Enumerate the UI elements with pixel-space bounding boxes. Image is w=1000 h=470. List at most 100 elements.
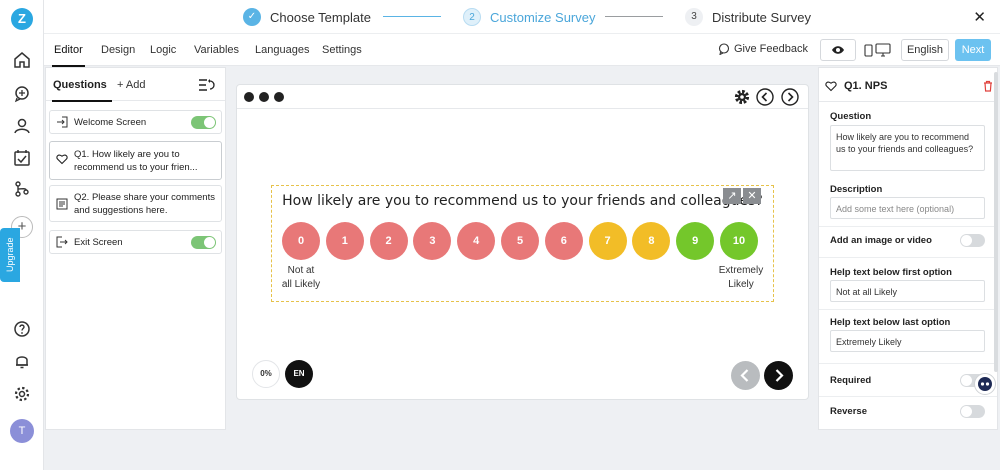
menu-languages[interactable]: Languages <box>255 44 309 56</box>
list-item-welcome-screen[interactable]: Welcome Screen <box>49 110 222 134</box>
media-toggle[interactable] <box>960 234 985 247</box>
editor-menu-bar: Editor Design Logic Variables Languages … <box>44 34 1000 67</box>
step-connector <box>605 16 663 17</box>
eye-icon <box>832 46 844 54</box>
nps-option-2[interactable]: 2 <box>369 222 408 260</box>
welcome-screen-toggle[interactable] <box>191 116 216 129</box>
menu-logic[interactable]: Logic <box>150 44 176 56</box>
give-feedback-link[interactable]: Give Feedback <box>718 43 808 55</box>
check-icon: ✓ <box>243 8 261 26</box>
step-distribute-survey[interactable]: 3 Distribute Survey <box>685 7 811 27</box>
preview-button[interactable] <box>820 39 856 61</box>
list-item-q1[interactable]: Q1. How likely are you to recommend us t… <box>49 141 222 180</box>
tab-questions[interactable]: Questions <box>52 79 112 102</box>
remove-icon[interactable]: ✕ <box>743 188 761 204</box>
help-last-label: Help text below last option <box>830 317 951 328</box>
app-logo[interactable]: Z <box>11 8 33 30</box>
media-label: Add an image or video <box>830 235 932 246</box>
step-label: Customize Survey <box>490 9 596 25</box>
step-label: Choose Template <box>270 9 371 25</box>
home-icon[interactable] <box>13 51 31 69</box>
nps-option-0[interactable]: 0 <box>282 222 320 260</box>
step-number: 3 <box>685 8 703 26</box>
nps-option-5[interactable]: 5 <box>501 222 539 260</box>
language-selector[interactable]: English <box>901 39 949 61</box>
question-text: How likely are you to recommend us to yo… <box>282 193 763 209</box>
step-label: Distribute Survey <box>712 9 811 25</box>
language-badge[interactable]: EN <box>285 360 313 388</box>
reverse-toggle[interactable] <box>960 405 985 418</box>
help-icon[interactable] <box>13 320 31 338</box>
next-question-button[interactable] <box>764 361 793 390</box>
nps-option-4[interactable]: 4 <box>457 222 496 260</box>
step-number: 2 <box>463 8 481 26</box>
edit-external-icon[interactable]: ↗ <box>723 188 741 204</box>
chatbot-launcher[interactable] <box>974 373 996 395</box>
menu-variables[interactable]: Variables <box>194 44 239 56</box>
preview-settings-gear-icon[interactable] <box>733 88 751 106</box>
chevron-right-icon <box>775 369 784 382</box>
required-label: Required <box>830 375 872 386</box>
question-text-field[interactable]: How likely are you to recommend us to yo… <box>830 125 985 171</box>
nps-option-7[interactable]: 7 <box>588 222 627 260</box>
device-preview-icons[interactable] <box>864 43 892 57</box>
nps-option-8[interactable]: 8 <box>632 222 671 260</box>
tab-add[interactable]: + Add <box>117 79 145 91</box>
delete-trash-icon[interactable] <box>983 80 993 92</box>
previous-button[interactable] <box>731 361 760 390</box>
nps-option-3[interactable]: 3 <box>413 222 452 260</box>
reorder-icon[interactable] <box>198 78 216 92</box>
preview-window-bar <box>237 85 808 109</box>
upgrade-button[interactable]: Upgrade <box>0 228 20 282</box>
menu-settings[interactable]: Settings <box>322 44 362 56</box>
high-label-line1: Extremely <box>718 265 764 276</box>
help-last-field[interactable]: Extremely Likely <box>830 330 985 352</box>
reverse-label: Reverse <box>830 406 867 417</box>
divider <box>819 257 997 258</box>
question-label: Question <box>830 111 872 122</box>
next-button[interactable]: Next <box>955 39 991 61</box>
menu-design[interactable]: Design <box>101 44 135 56</box>
questions-tabs: Questions + Add <box>46 68 225 102</box>
question-type-title: Q1. NPS <box>844 80 888 92</box>
question-block[interactable]: How likely are you to recommend us to yo… <box>271 185 774 302</box>
list-item-exit-screen[interactable]: Exit Screen <box>49 230 222 254</box>
nps-option-10[interactable]: 10 <box>720 222 758 260</box>
menu-editor[interactable]: Editor <box>52 44 85 67</box>
nps-option-1[interactable]: 1 <box>325 222 364 260</box>
item-label: Exit Screen <box>74 237 123 248</box>
description-field[interactable]: Add some text here (optional) <box>830 197 985 219</box>
item-label-line2: and suggestions here. <box>74 205 168 216</box>
divider <box>819 363 997 364</box>
heart-icon <box>825 81 837 92</box>
help-first-field[interactable]: Not at all Likely <box>830 280 985 302</box>
item-label-line1: Q1. How likely are you to <box>74 149 180 160</box>
integrations-icon[interactable] <box>13 180 31 198</box>
settings-gear-icon[interactable] <box>13 385 31 403</box>
low-label: Not at all Likely <box>276 264 326 292</box>
desktop-icon <box>875 43 891 54</box>
window-dot <box>259 92 269 102</box>
tasks-icon[interactable] <box>13 149 31 167</box>
nps-option-9[interactable]: 9 <box>676 222 715 260</box>
list-item-q2[interactable]: Q2. Please share your comments and sugge… <box>49 185 222 222</box>
mobile-icon <box>864 44 873 57</box>
notifications-icon[interactable] <box>13 352 31 370</box>
exit-screen-toggle[interactable] <box>191 236 216 249</box>
chatbot-icon <box>978 377 992 391</box>
step-choose-template[interactable]: ✓ Choose Template <box>243 7 371 27</box>
contacts-icon[interactable] <box>13 117 31 135</box>
properties-scrollbar[interactable] <box>994 72 998 372</box>
close-icon[interactable]: ✕ <box>973 8 986 26</box>
user-avatar[interactable]: T <box>10 419 34 443</box>
step-customize-survey[interactable]: 2 Customize Survey <box>463 7 595 27</box>
chevron-right-icon[interactable] <box>781 88 799 106</box>
low-label-line1: Not at <box>287 265 315 276</box>
chevron-left-icon <box>740 369 749 382</box>
divider <box>819 226 997 227</box>
nps-option-6[interactable]: 6 <box>544 222 583 260</box>
survey-chat-icon[interactable] <box>13 85 31 103</box>
chevron-left-icon[interactable] <box>756 88 774 106</box>
progress-indicator: 0% <box>252 360 280 388</box>
high-label-line2: Likely <box>728 279 754 290</box>
